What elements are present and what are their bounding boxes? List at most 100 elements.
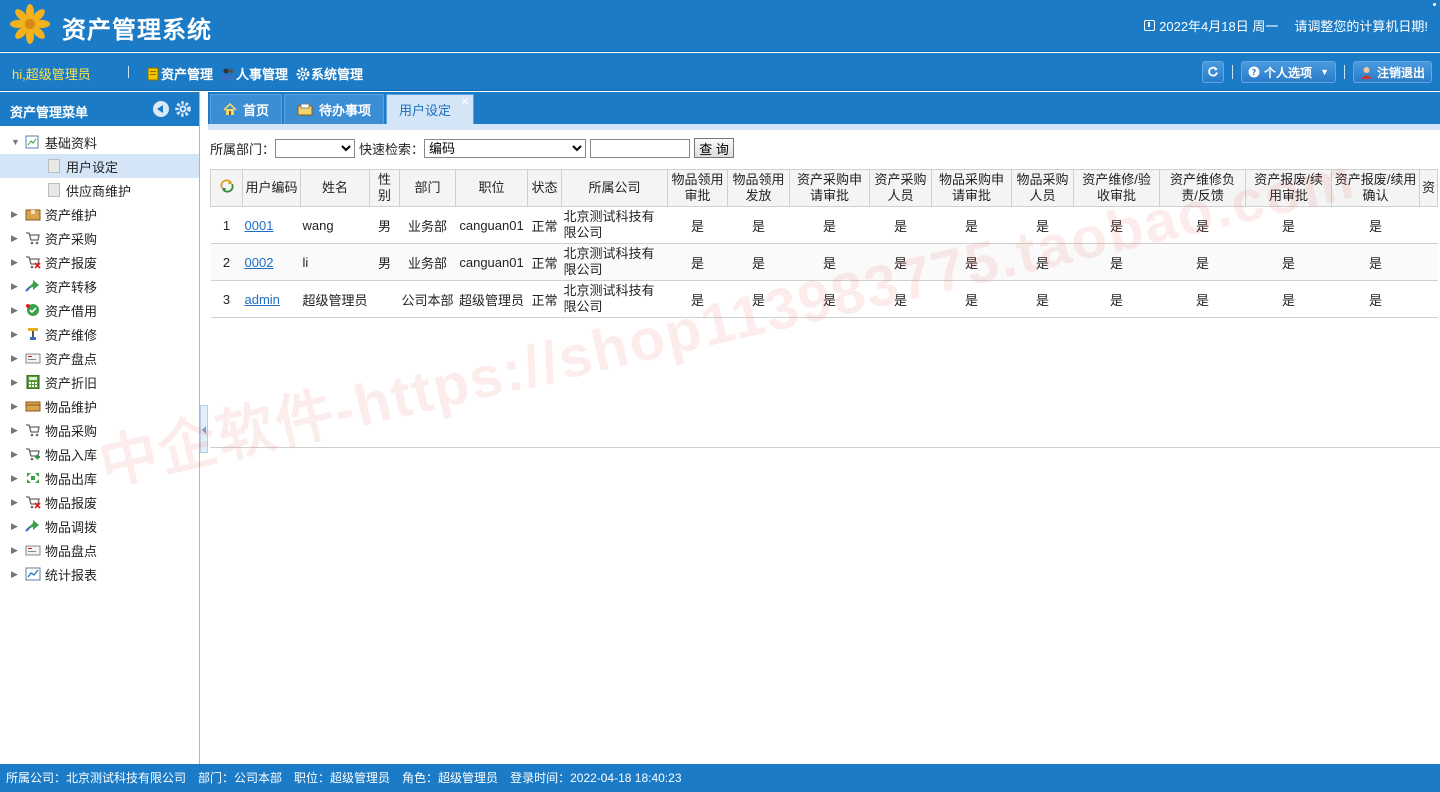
column-header[interactable]: 姓名: [299, 169, 371, 207]
column-header[interactable]: 资产采购申请审批: [789, 169, 871, 207]
sidebar-item-goods-inventory[interactable]: ▶ 物品盘点: [0, 538, 199, 562]
column-header[interactable]: 资产维修负责/反馈: [1159, 169, 1247, 207]
refresh-button[interactable]: [1202, 61, 1225, 83]
close-tab-icon[interactable]: ✕: [461, 97, 469, 108]
sidebar-item-supplier[interactable]: 供应商维护: [0, 178, 199, 202]
sidebar-item-asset-inventory[interactable]: ▶ 资产盘点: [0, 346, 199, 370]
search-input[interactable]: [590, 138, 691, 158]
sidebar-item-asset-purchase[interactable]: ▶ 资产采购: [0, 226, 199, 250]
expand-right-icon[interactable]: ▶: [11, 281, 21, 292]
cart-delete-icon: [26, 256, 41, 269]
column-settings-header[interactable]: [210, 169, 243, 207]
table-cell: 北京测试科技有限公司: [561, 280, 668, 318]
table-cell: 是: [667, 280, 728, 318]
sidebar-item-goods-in[interactable]: ▶ 物品入库: [0, 442, 199, 466]
sidebar-item-goods-allocate[interactable]: ▶ 物品调拨: [0, 514, 199, 538]
expand-right-icon[interactable]: ▶: [11, 449, 21, 460]
settings-gear-icon[interactable]: [175, 101, 191, 117]
sidebar-item-asset-borrow[interactable]: ▶ 资产借用: [0, 298, 199, 322]
column-settings-icon[interactable]: [220, 179, 234, 193]
tab-label: 首页: [243, 103, 270, 118]
column-header[interactable]: 资产报废/续用审批: [1245, 169, 1333, 207]
column-header[interactable]: 资产采购人员: [869, 169, 933, 207]
user-code-link[interactable]: 0001: [245, 218, 274, 233]
column-header[interactable]: 物品领用发放: [727, 169, 791, 207]
quick-search-field-select[interactable]: 编码: [424, 138, 587, 158]
menu-hr-label: 人事管理: [236, 67, 289, 82]
query-button[interactable]: 查 询: [694, 138, 735, 158]
column-header[interactable]: 物品采购申请审批: [931, 169, 1013, 207]
expand-right-icon[interactable]: ▶: [11, 521, 21, 532]
sidebar-item-goods-maintain[interactable]: ▶ 物品维护: [0, 394, 199, 418]
table-cell: 是: [727, 243, 790, 281]
expand-right-icon[interactable]: ▶: [11, 425, 21, 436]
column-header[interactable]: 职位: [455, 169, 529, 207]
expand-right-icon[interactable]: ▶: [11, 305, 21, 316]
sidebar-item-asset-depreciation[interactable]: ▶ 资产折旧: [0, 370, 199, 394]
sidebar-item-goods-out[interactable]: ▶ 物品出库: [0, 466, 199, 490]
sidebar-item-goods-purchase[interactable]: ▶ 物品采购: [0, 418, 199, 442]
sidebar-item-asset-transfer[interactable]: ▶ 资产转移: [0, 274, 199, 298]
expand-right-icon[interactable]: ▶: [11, 569, 21, 580]
table-cell: 是: [1245, 243, 1332, 281]
user-code-link[interactable]: 0002: [245, 255, 274, 270]
search-toolbar: 所属部门： 快速检索： 编码 查 询: [210, 138, 735, 158]
user-code-cell: 0002: [242, 243, 301, 281]
expand-right-icon[interactable]: ▶: [11, 209, 21, 220]
menu-hr-management[interactable]: 人事管理: [221, 64, 288, 83]
menu-system-management[interactable]: 系统管理: [296, 64, 363, 83]
sidebar-item-statistics[interactable]: ▶ 统计报表: [0, 562, 199, 586]
column-header[interactable]: 资产维修/验收审批: [1073, 169, 1161, 207]
sidebar-item-label: 物品入库: [45, 447, 98, 463]
column-header[interactable]: 资产报废/续用确认: [1331, 169, 1421, 207]
sidebar-item-label: 物品出库: [45, 471, 98, 487]
sidebar-item-goods-scrap[interactable]: ▶ 物品报废: [0, 490, 199, 514]
expand-down-icon[interactable]: ▼: [11, 137, 21, 147]
expand-right-icon[interactable]: ▶: [11, 497, 21, 508]
logout-button[interactable]: 注销退出: [1352, 61, 1432, 83]
table-cell: canguan01: [455, 243, 528, 281]
sidebar-item-label: 资产折旧: [45, 375, 98, 391]
sidebar-splitter[interactable]: [200, 405, 208, 453]
expand-right-icon[interactable]: ▶: [11, 353, 21, 364]
table-bottom-border: [210, 447, 1440, 448]
tab-todo[interactable]: 待办事项: [284, 94, 385, 124]
main-menu: 资产管理 人事管理 系统管理: [146, 64, 363, 83]
sidebar-item-basic-data[interactable]: ▼ 基础资料: [0, 130, 199, 154]
inventory-icon: [25, 545, 41, 556]
status-company: 所属公司：北京测试科技有限公司: [6, 771, 187, 785]
table-cell: 是: [727, 206, 790, 244]
page-icon: [48, 159, 60, 173]
tab-user-settings[interactable]: 用户设定 ✕: [386, 94, 475, 124]
user-code-link[interactable]: admin: [245, 292, 280, 307]
menu-asset-management[interactable]: 资产管理: [146, 64, 213, 83]
table-row[interactable]: 3 admin 超级管理员 公司本部 超级管理员 正常 北京测试科技有限公司是是是是是是是是…: [210, 280, 1438, 318]
expand-right-icon[interactable]: ▶: [11, 257, 21, 268]
sidebar-item-user-settings[interactable]: 用户设定: [0, 154, 199, 178]
column-header[interactable]: 性别: [369, 169, 401, 207]
dept-select[interactable]: [275, 138, 356, 158]
sidebar-item-asset-repair[interactable]: ▶ 资产维修: [0, 322, 199, 346]
doc-chart-icon: [25, 135, 39, 149]
table-row[interactable]: 1 0001 wang 男业务部 canguan01 正常 北京测试科技有限公司是是是是是是…: [210, 206, 1438, 244]
expand-right-icon[interactable]: ▶: [11, 329, 21, 340]
expand-right-icon[interactable]: ▶: [11, 473, 21, 484]
expand-right-icon[interactable]: ▶: [11, 401, 21, 412]
column-header[interactable]: 所属公司: [561, 169, 669, 207]
personal-options-button[interactable]: ? 个人选项 ▼: [1241, 61, 1336, 83]
tab-home[interactable]: 首页: [210, 94, 283, 124]
column-header[interactable]: 物品采购人员: [1011, 169, 1075, 207]
collapse-left-icon[interactable]: [153, 101, 169, 117]
sidebar-item-asset-scrap[interactable]: ▶ 资产报废: [0, 250, 199, 274]
sidebar-item-asset-maintain[interactable]: ▶ 资产维护: [0, 202, 199, 226]
table-row[interactable]: 2 0002 li 男业务部 canguan01 正常 北京测试科技有限公司是是是是是是是是…: [210, 243, 1438, 281]
column-header[interactable]: 物品领用审批: [667, 169, 729, 207]
expand-right-icon[interactable]: ▶: [11, 233, 21, 244]
sidebar-item-label: 资产维护: [45, 207, 98, 223]
column-header[interactable]: 部门: [399, 169, 457, 207]
column-header[interactable]: 状态: [527, 169, 563, 207]
expand-right-icon[interactable]: ▶: [11, 377, 21, 388]
column-header[interactable]: 用户编码: [242, 169, 301, 207]
column-header[interactable]: 资: [1419, 169, 1439, 207]
expand-right-icon[interactable]: ▶: [11, 545, 21, 556]
